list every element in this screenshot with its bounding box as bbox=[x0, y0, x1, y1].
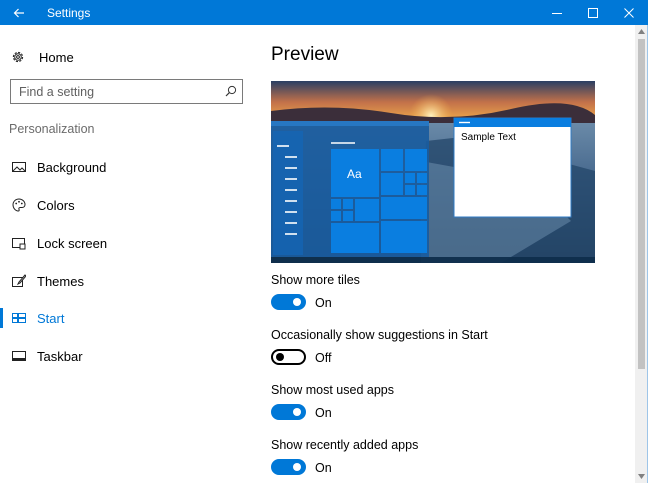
preview-sample-text: Sample Text bbox=[461, 132, 516, 143]
minimize-button[interactable] bbox=[540, 0, 574, 25]
sidebar-item-taskbar[interactable]: Taskbar bbox=[0, 339, 255, 373]
toggle-state: Off bbox=[315, 351, 332, 365]
toggle-recently-added-apps[interactable] bbox=[271, 459, 306, 475]
sidebar-item-themes[interactable]: Themes bbox=[0, 264, 255, 298]
picture-icon bbox=[12, 162, 26, 172]
sidebar-item-colors[interactable]: Colors bbox=[0, 188, 255, 222]
home-nav[interactable]: Home bbox=[11, 47, 74, 67]
home-label: Home bbox=[39, 49, 74, 65]
caret-down-icon bbox=[638, 474, 645, 479]
setting-label-show-more-tiles: Show more tiles bbox=[271, 273, 360, 287]
preview-image bbox=[271, 81, 595, 263]
main-content: Preview Aa Sample Text Show more tiles O… bbox=[255, 25, 635, 483]
maximize-button[interactable] bbox=[576, 0, 610, 25]
lock-screen-icon bbox=[12, 238, 26, 250]
start-tiles-icon bbox=[12, 313, 26, 323]
toggle-show-more-tiles[interactable] bbox=[271, 294, 306, 310]
sidebar-item-background[interactable]: Background bbox=[0, 150, 255, 184]
palette-icon bbox=[12, 198, 26, 212]
taskbar-icon bbox=[12, 351, 26, 361]
sidebar-item-label: Start bbox=[37, 311, 65, 326]
sidebar-item-label: Taskbar bbox=[37, 349, 83, 364]
section-header: Personalization bbox=[9, 122, 95, 136]
sidebar-item-label: Background bbox=[37, 160, 107, 175]
active-indicator bbox=[0, 308, 3, 328]
scrollbar-thumb[interactable] bbox=[638, 39, 645, 369]
toggle-suggestions[interactable] bbox=[271, 349, 306, 365]
close-icon bbox=[624, 7, 634, 18]
sidebar-item-start[interactable]: Start bbox=[0, 301, 255, 335]
setting-label-recently-added-apps: Show recently added apps bbox=[271, 438, 419, 452]
sidebar-item-label: Themes bbox=[37, 274, 84, 289]
sidebar: Home Personalization Background Colors L… bbox=[0, 25, 255, 483]
toggle-knob bbox=[276, 353, 284, 361]
toggle-knob bbox=[293, 408, 301, 416]
title-bar: Settings bbox=[0, 0, 648, 25]
toggle-state: On bbox=[315, 406, 332, 420]
back-button[interactable] bbox=[0, 0, 38, 25]
gear-icon bbox=[12, 51, 24, 63]
brush-icon bbox=[12, 274, 26, 287]
toggle-state: On bbox=[315, 296, 332, 310]
close-button[interactable] bbox=[612, 0, 646, 25]
search-box[interactable] bbox=[10, 79, 243, 104]
caret-up-icon bbox=[638, 29, 645, 34]
preview-tile-text: Aa bbox=[347, 167, 362, 181]
window-title: Settings bbox=[47, 6, 91, 20]
minimize-icon bbox=[552, 12, 562, 14]
toggle-state: On bbox=[315, 461, 332, 475]
start-preview: Aa Sample Text bbox=[271, 81, 595, 263]
back-arrow-icon bbox=[13, 8, 24, 17]
sidebar-item-label: Lock screen bbox=[37, 236, 108, 251]
search-input[interactable] bbox=[11, 80, 216, 103]
setting-label-most-used-apps: Show most used apps bbox=[271, 383, 394, 397]
sidebar-item-lock-screen[interactable]: Lock screen bbox=[0, 226, 255, 260]
search-icon[interactable] bbox=[225, 85, 237, 97]
toggle-knob bbox=[293, 463, 301, 471]
maximize-icon bbox=[588, 7, 598, 18]
sidebar-item-label: Colors bbox=[37, 198, 75, 213]
page-title: Preview bbox=[271, 44, 339, 65]
toggle-most-used-apps[interactable] bbox=[271, 404, 306, 420]
toggle-knob bbox=[293, 298, 301, 306]
setting-label-suggestions: Occasionally show suggestions in Start bbox=[271, 328, 488, 342]
